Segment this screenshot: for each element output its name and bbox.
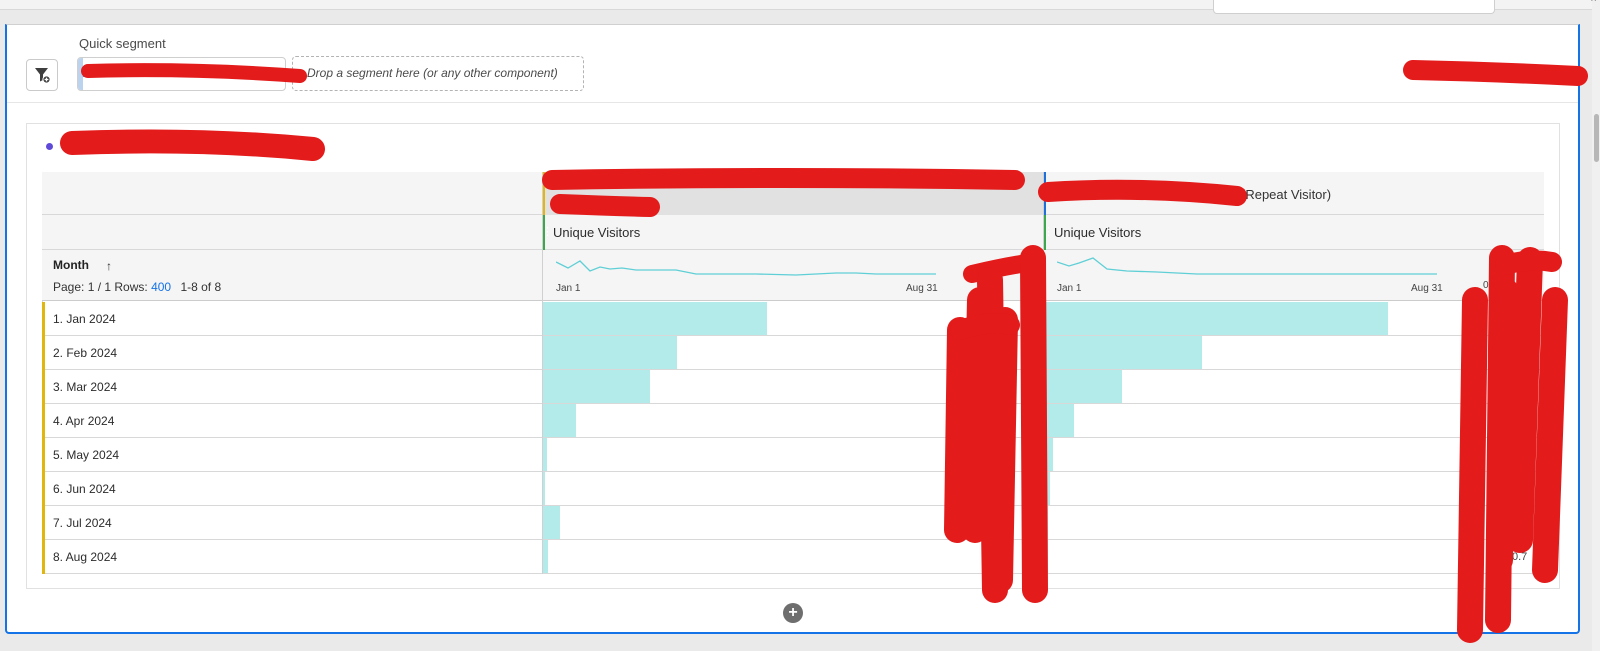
redaction-marks: [60, 60, 1588, 643]
